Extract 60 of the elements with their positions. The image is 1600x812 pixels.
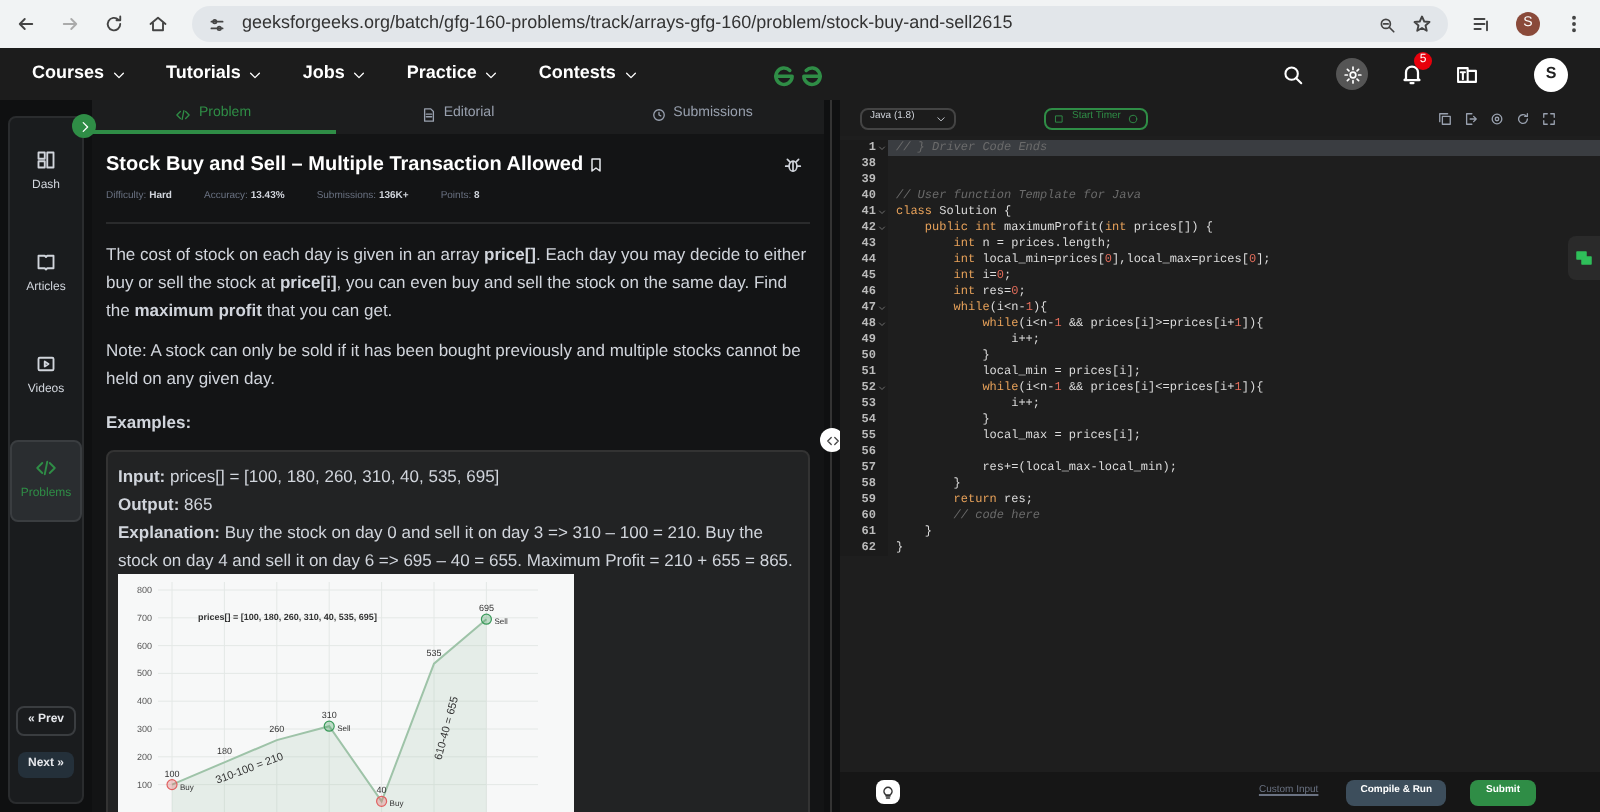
chat-icon bbox=[1576, 250, 1592, 266]
chevron-down-icon bbox=[248, 67, 263, 81]
url-text: geeksforgeeks.org/batch/gfg-160-problems/track/arrays-gfg-160/problem/stock-buy-and-sell2615 bbox=[242, 10, 1015, 37]
problem-title: Stock Buy and Sell – Multiple Transaction Allowed bbox=[106, 152, 584, 180]
settings-icon[interactable] bbox=[1490, 111, 1504, 125]
nav-menu[interactable]: Jobs bbox=[302, 60, 367, 88]
nav-menu[interactable]: Contests bbox=[538, 60, 638, 88]
playlist-icon[interactable] bbox=[1472, 14, 1492, 34]
logo-icon[interactable] bbox=[768, 60, 828, 88]
fullscreen-icon[interactable] bbox=[1542, 111, 1556, 125]
clock-icon bbox=[651, 108, 666, 122]
chat-button[interactable] bbox=[1568, 236, 1600, 280]
output-text: Output: 865 bbox=[118, 492, 215, 519]
problem-description: The cost of stock on each day is given in an array price[]. Each day you may decide to either buy or sell the stock at price[i], you can even buy and sell the stock on the same day. Find the maximum profit that you can get. bbox=[106, 241, 809, 323]
lightbulb-icon bbox=[880, 784, 896, 800]
point-marker bbox=[376, 796, 388, 808]
home-icon[interactable] bbox=[148, 14, 168, 34]
search-icon[interactable] bbox=[1282, 63, 1304, 85]
timer-icon bbox=[1054, 113, 1064, 123]
back-icon[interactable] bbox=[16, 14, 36, 34]
explanation-text: Explanation: Buy the stock on day 0 and sell it on day 3 => 310 – 100 = 210. Buy the stock on day 4 and sell it on day 6 => 695 – 40 = 655. Maximum Profit = 210 + 655 = 865. bbox=[118, 520, 795, 575]
bug-icon[interactable] bbox=[784, 156, 802, 174]
chevron-right-icon bbox=[77, 119, 91, 133]
reload-icon[interactable] bbox=[104, 14, 124, 34]
point-marker bbox=[323, 721, 335, 733]
reset-icon[interactable] bbox=[1516, 111, 1530, 125]
nav-menu[interactable]: Practice bbox=[406, 60, 499, 88]
section-heading: Examples: bbox=[106, 409, 194, 435]
theme-toggle[interactable] bbox=[1336, 58, 1368, 90]
chevron-down-icon bbox=[352, 67, 367, 81]
code-icon bbox=[36, 458, 56, 478]
nav-menu[interactable]: Courses bbox=[32, 60, 127, 88]
translate-icon[interactable] bbox=[1456, 63, 1478, 85]
user-avatar[interactable]: S bbox=[1534, 57, 1568, 91]
copy-icon[interactable] bbox=[1438, 111, 1452, 125]
video-icon bbox=[36, 354, 56, 374]
chevron-down-icon bbox=[623, 67, 638, 81]
point-marker bbox=[480, 614, 492, 626]
star-icon[interactable] bbox=[1412, 14, 1432, 34]
caret-icon bbox=[936, 113, 946, 123]
problem-note: Note: A stock can only be sold if it has been bought previously and multiple stocks cannot be held on any given day. bbox=[106, 337, 803, 391]
bookmark-icon[interactable] bbox=[587, 156, 604, 174]
resize-icon bbox=[825, 433, 839, 447]
input-text: Input: prices[] = [100, 180, 260, 310, 40, 535, 695] bbox=[118, 464, 502, 491]
code-icon bbox=[176, 108, 191, 122]
hint-button[interactable] bbox=[876, 780, 900, 804]
book-icon bbox=[36, 252, 56, 272]
site-info-icon[interactable] bbox=[208, 15, 226, 33]
nav-menu[interactable]: Tutorials bbox=[166, 60, 263, 88]
sun-icon bbox=[1343, 65, 1361, 83]
zoom-icon[interactable] bbox=[1378, 15, 1396, 33]
bell-icon[interactable] bbox=[1400, 62, 1424, 86]
import-icon[interactable] bbox=[1464, 111, 1478, 125]
document-icon bbox=[421, 108, 436, 122]
chevron-down-icon bbox=[112, 67, 127, 81]
address-bar[interactable]: geeksforgeeks.org/batch/gfg-160-problems/track/arrays-gfg-160/problem/stock-buy-and-sell2615 bbox=[192, 6, 1448, 42]
dashboard-icon bbox=[36, 150, 56, 170]
point-marker bbox=[166, 779, 178, 791]
play-icon bbox=[1128, 113, 1139, 123]
chevron-down-icon bbox=[484, 67, 499, 81]
